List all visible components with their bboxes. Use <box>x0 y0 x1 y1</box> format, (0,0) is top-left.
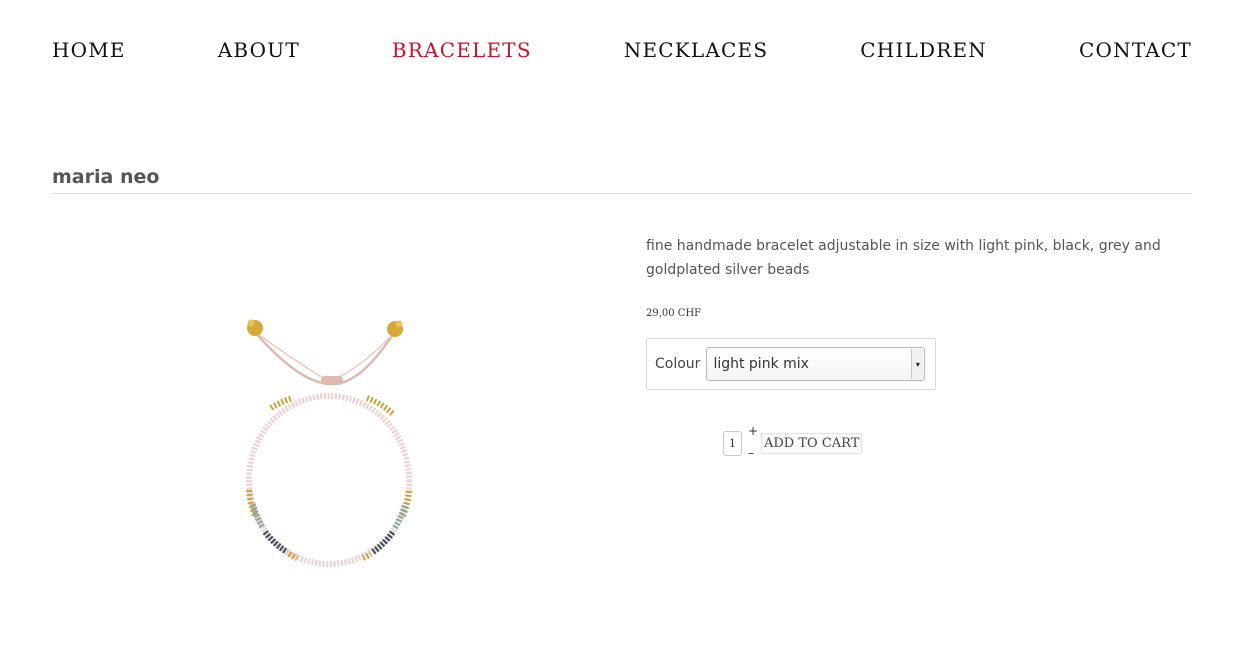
product-price: 29,00 CHF <box>646 308 702 319</box>
product-image[interactable] <box>155 228 530 655</box>
nav-children[interactable]: CHILDREN <box>860 38 987 62</box>
product-title: maria neo <box>52 166 160 188</box>
quantity-decrease-button[interactable]: – <box>748 446 754 460</box>
quantity-input[interactable]: 1 <box>723 431 742 456</box>
nav-home[interactable]: HOME <box>52 38 126 62</box>
variant-label: Colour <box>655 356 701 372</box>
colour-select-value: light pink mix <box>713 356 809 372</box>
nav-necklaces[interactable]: NECKLACES <box>624 38 768 62</box>
variant-selector: Colour light pink mix ▾ <box>646 338 936 390</box>
nav-bracelets[interactable]: BRACELETS <box>392 38 532 62</box>
add-to-cart-button[interactable]: ADD TO CART <box>761 433 863 454</box>
title-divider <box>52 193 1192 194</box>
product-description: fine handmade bracelet adjustable in siz… <box>646 238 1161 278</box>
main-nav: HOME ABOUT BRACELETS NECKLACES CHILDREN … <box>52 38 1192 62</box>
colour-select[interactable]: light pink mix ▾ <box>706 347 926 381</box>
chevron-down-icon[interactable]: ▾ <box>911 349 924 379</box>
nav-about[interactable]: ABOUT <box>218 38 300 62</box>
quantity-increase-button[interactable]: + <box>748 424 758 438</box>
nav-contact[interactable]: CONTACT <box>1079 38 1192 62</box>
